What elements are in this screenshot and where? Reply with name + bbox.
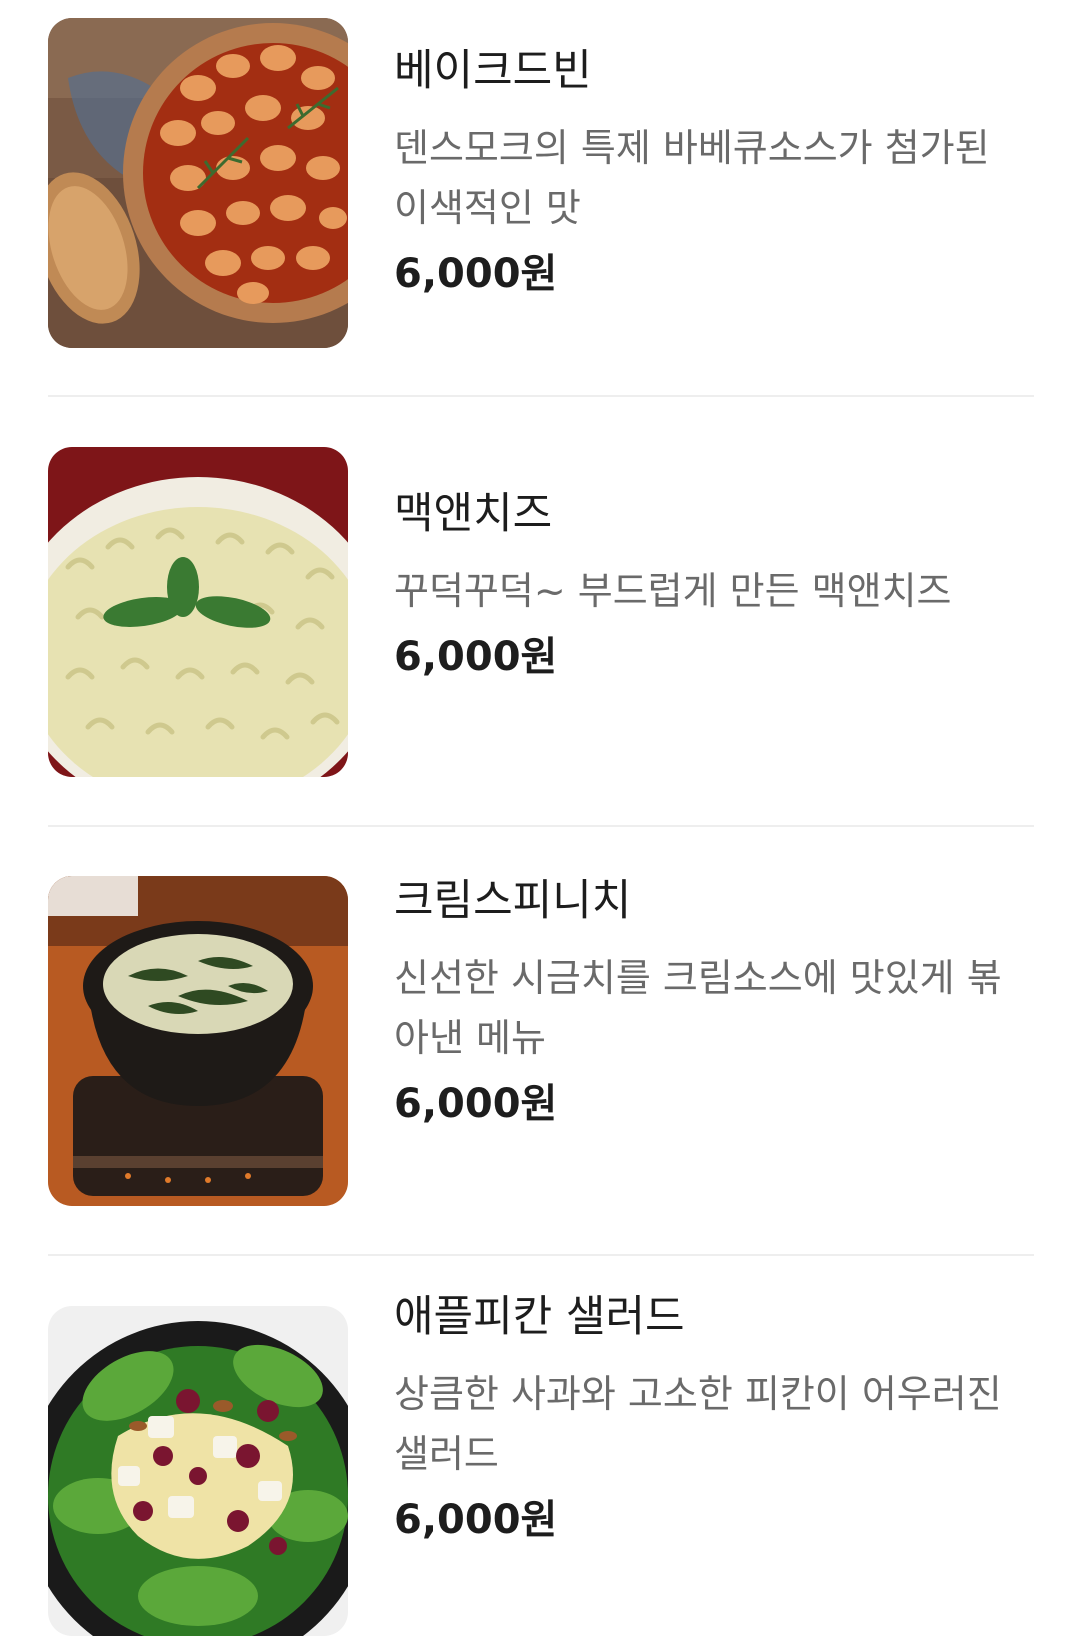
menu-item-price: 6,000원 xyxy=(394,633,558,680)
menu-item-name: 베이크드빈 xyxy=(394,46,592,96)
menu-item[interactable]: 베이크드빈 덴스모크의 특제 바베큐소스가 첨가된 이색적인 맛 6,000원 xyxy=(48,18,1034,348)
divider xyxy=(48,1254,1034,1256)
menu-item-description: 덴스모크의 특제 바베큐소스가 첨가된 이색적인 맛 xyxy=(394,125,990,230)
mac-and-cheese-image xyxy=(48,447,348,777)
menu-item-price: 6,000원 xyxy=(394,1080,558,1127)
menu-item[interactable]: 맥앤치즈 꾸덕꾸덕~ 부드럽게 만든 맥앤치즈 6,000원 xyxy=(48,447,1034,777)
menu-item-name: 맥앤치즈 xyxy=(394,489,553,539)
creamed-spinach-image xyxy=(48,876,348,1206)
divider xyxy=(48,395,1034,397)
baked-beans-image xyxy=(48,18,348,348)
menu-item-description: 신선한 시금치를 크림소스에 맛있게 볶아낸 메뉴 xyxy=(394,955,1002,1060)
menu-item[interactable]: 크림스피니치 신선한 시금치를 크림소스에 맛있게 볶아낸 메뉴 6,000원 xyxy=(48,876,1034,1206)
menu-item-price: 6,000원 xyxy=(394,250,558,297)
menu-item-name: 애플피칸 샐러드 xyxy=(394,1292,685,1342)
menu-item-price: 6,000원 xyxy=(394,1496,558,1543)
menu-item-description: 꾸덕꾸덕~ 부드럽게 만든 맥앤치즈 xyxy=(394,568,952,613)
menu-item[interactable]: 애플피칸 샐러드 상큼한 사과와 고소한 피칸이 어우러진 샐러드 6,000원 xyxy=(48,1292,1034,1636)
menu-item-description: 상큼한 사과와 고소한 피칸이 어우러진 샐러드 xyxy=(394,1371,1002,1476)
menu-item-name: 크림스피니치 xyxy=(394,876,632,926)
divider xyxy=(48,825,1034,827)
apple-pecan-salad-image xyxy=(48,1306,348,1636)
